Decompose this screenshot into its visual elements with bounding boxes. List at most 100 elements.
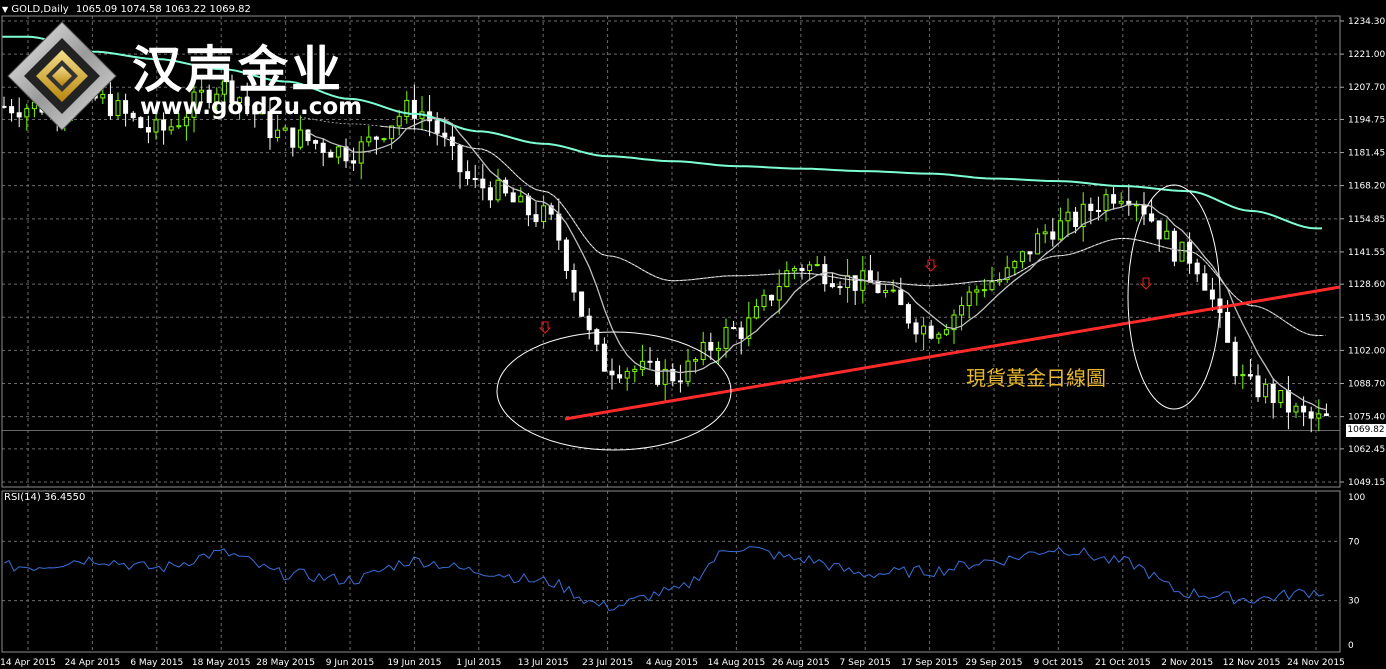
candle-body <box>313 140 319 144</box>
candle-body <box>655 361 661 385</box>
triangle-down-icon[interactable]: ▼ <box>2 5 8 14</box>
candle-body <box>153 119 159 133</box>
brand-url: www.gold2u.com <box>140 94 363 120</box>
sell-arrow-icon <box>924 259 938 272</box>
candle-body <box>913 322 919 335</box>
candle-body <box>487 187 493 201</box>
price-tick-label: 1115.30 <box>1348 313 1385 323</box>
candle-body <box>617 374 623 379</box>
candle-body <box>1187 241 1193 264</box>
price-tick-label: 1049.15 <box>1348 478 1385 488</box>
date-tick-label: 7 Sep 2015 <box>840 658 891 668</box>
date-tick-label: 19 Jun 2015 <box>387 658 441 668</box>
rsi-tick-label: 100 <box>1348 493 1365 503</box>
candle-body <box>579 291 585 317</box>
candle-body <box>442 132 448 138</box>
candle-body <box>1240 374 1246 377</box>
candle-body <box>465 171 471 180</box>
candle-body <box>822 264 828 285</box>
candle-body <box>411 99 417 119</box>
candle-body <box>343 146 349 162</box>
price-tick-label: 1088.70 <box>1348 380 1385 390</box>
date-tick-label: 9 Oct 2015 <box>1033 658 1083 668</box>
candle-body <box>1042 231 1048 235</box>
price-tick-label: 1128.60 <box>1348 280 1385 290</box>
candle-body <box>761 294 767 308</box>
candle-body <box>541 205 547 223</box>
candle-body <box>845 275 851 289</box>
candle-body <box>457 145 463 173</box>
chart-annotation-text: 現貨黃金日線圖 <box>966 366 1106 390</box>
candle-body <box>791 267 797 272</box>
candle-body <box>693 359 699 362</box>
candle-body <box>959 305 965 316</box>
candle-body <box>351 160 357 164</box>
candle-body <box>1225 311 1231 343</box>
date-tick-label: 13 Jul 2015 <box>518 658 569 668</box>
candle-body <box>807 264 813 272</box>
candle-body <box>1035 233 1041 255</box>
candle-body <box>328 151 334 158</box>
date-tick-label: 29 Sep 2015 <box>965 658 1022 668</box>
candle-body <box>715 347 721 351</box>
date-tick-label: 9 Jun 2015 <box>326 658 374 668</box>
date-tick-label: 28 May 2015 <box>256 658 315 668</box>
candle-body <box>989 281 995 291</box>
candle-body <box>1057 220 1063 240</box>
candle-body <box>510 192 516 203</box>
rsi-tick-label: 30 <box>1348 597 1360 607</box>
candle-body <box>632 368 638 372</box>
candle-body <box>480 178 486 189</box>
candle-body <box>738 327 744 339</box>
sell-arrow-icon <box>1139 277 1153 290</box>
price-tick-label: 1141.55 <box>1348 248 1385 258</box>
candle-body <box>305 129 311 142</box>
date-tick-label: 23 Jul 2015 <box>582 658 633 668</box>
candle-body <box>1156 220 1162 240</box>
candle-body <box>1232 341 1238 377</box>
date-tick-label: 21 Oct 2015 <box>1095 658 1151 668</box>
price-tick-label: 1221.00 <box>1348 50 1385 60</box>
candle-body <box>799 267 805 272</box>
candle-body <box>609 370 615 376</box>
candle-body <box>1285 389 1291 413</box>
brand-title: 汉声金业 <box>132 41 344 99</box>
candle-body <box>601 343 607 372</box>
candle-body <box>776 286 782 301</box>
candle-body <box>518 195 524 203</box>
candle-body <box>1027 251 1033 255</box>
candle-body <box>1118 200 1124 204</box>
candle-body <box>898 289 904 306</box>
candle-body <box>829 283 835 288</box>
price-tick-label: 1102.00 <box>1348 346 1385 356</box>
price-tick-label: 1181.45 <box>1348 149 1385 159</box>
candle-body <box>943 329 949 335</box>
candle-body <box>769 294 775 301</box>
candle-body <box>1019 251 1025 263</box>
candle-body <box>495 179 501 201</box>
candle-body <box>366 136 372 143</box>
candle-body <box>1095 209 1101 212</box>
current-price-label: 1069.82 <box>1346 424 1386 437</box>
ma-mid-line <box>379 125 1322 336</box>
sell-arrow-icon <box>538 321 552 334</box>
diamond-logo-icon <box>7 21 117 131</box>
candle-body <box>700 341 706 361</box>
price-tick-label: 1194.75 <box>1348 115 1385 125</box>
candle-body <box>1149 213 1155 222</box>
price-tick-label: 1154.85 <box>1348 215 1385 225</box>
date-tick-label: 24 Apr 2015 <box>65 658 121 668</box>
candle-body <box>814 264 820 267</box>
candle-body <box>168 126 174 131</box>
candle-body <box>320 142 326 153</box>
candle-body <box>1103 194 1109 211</box>
date-tick-label: 12 Nov 2015 <box>1223 658 1281 668</box>
support-trendline <box>564 285 1341 421</box>
candle-body <box>275 129 281 139</box>
candle-body <box>921 325 927 335</box>
candle-body <box>1247 374 1253 377</box>
candle-body <box>1171 230 1177 262</box>
candle-body <box>396 115 402 127</box>
candle-body <box>472 178 478 181</box>
date-tick-label: 6 May 2015 <box>130 658 183 668</box>
